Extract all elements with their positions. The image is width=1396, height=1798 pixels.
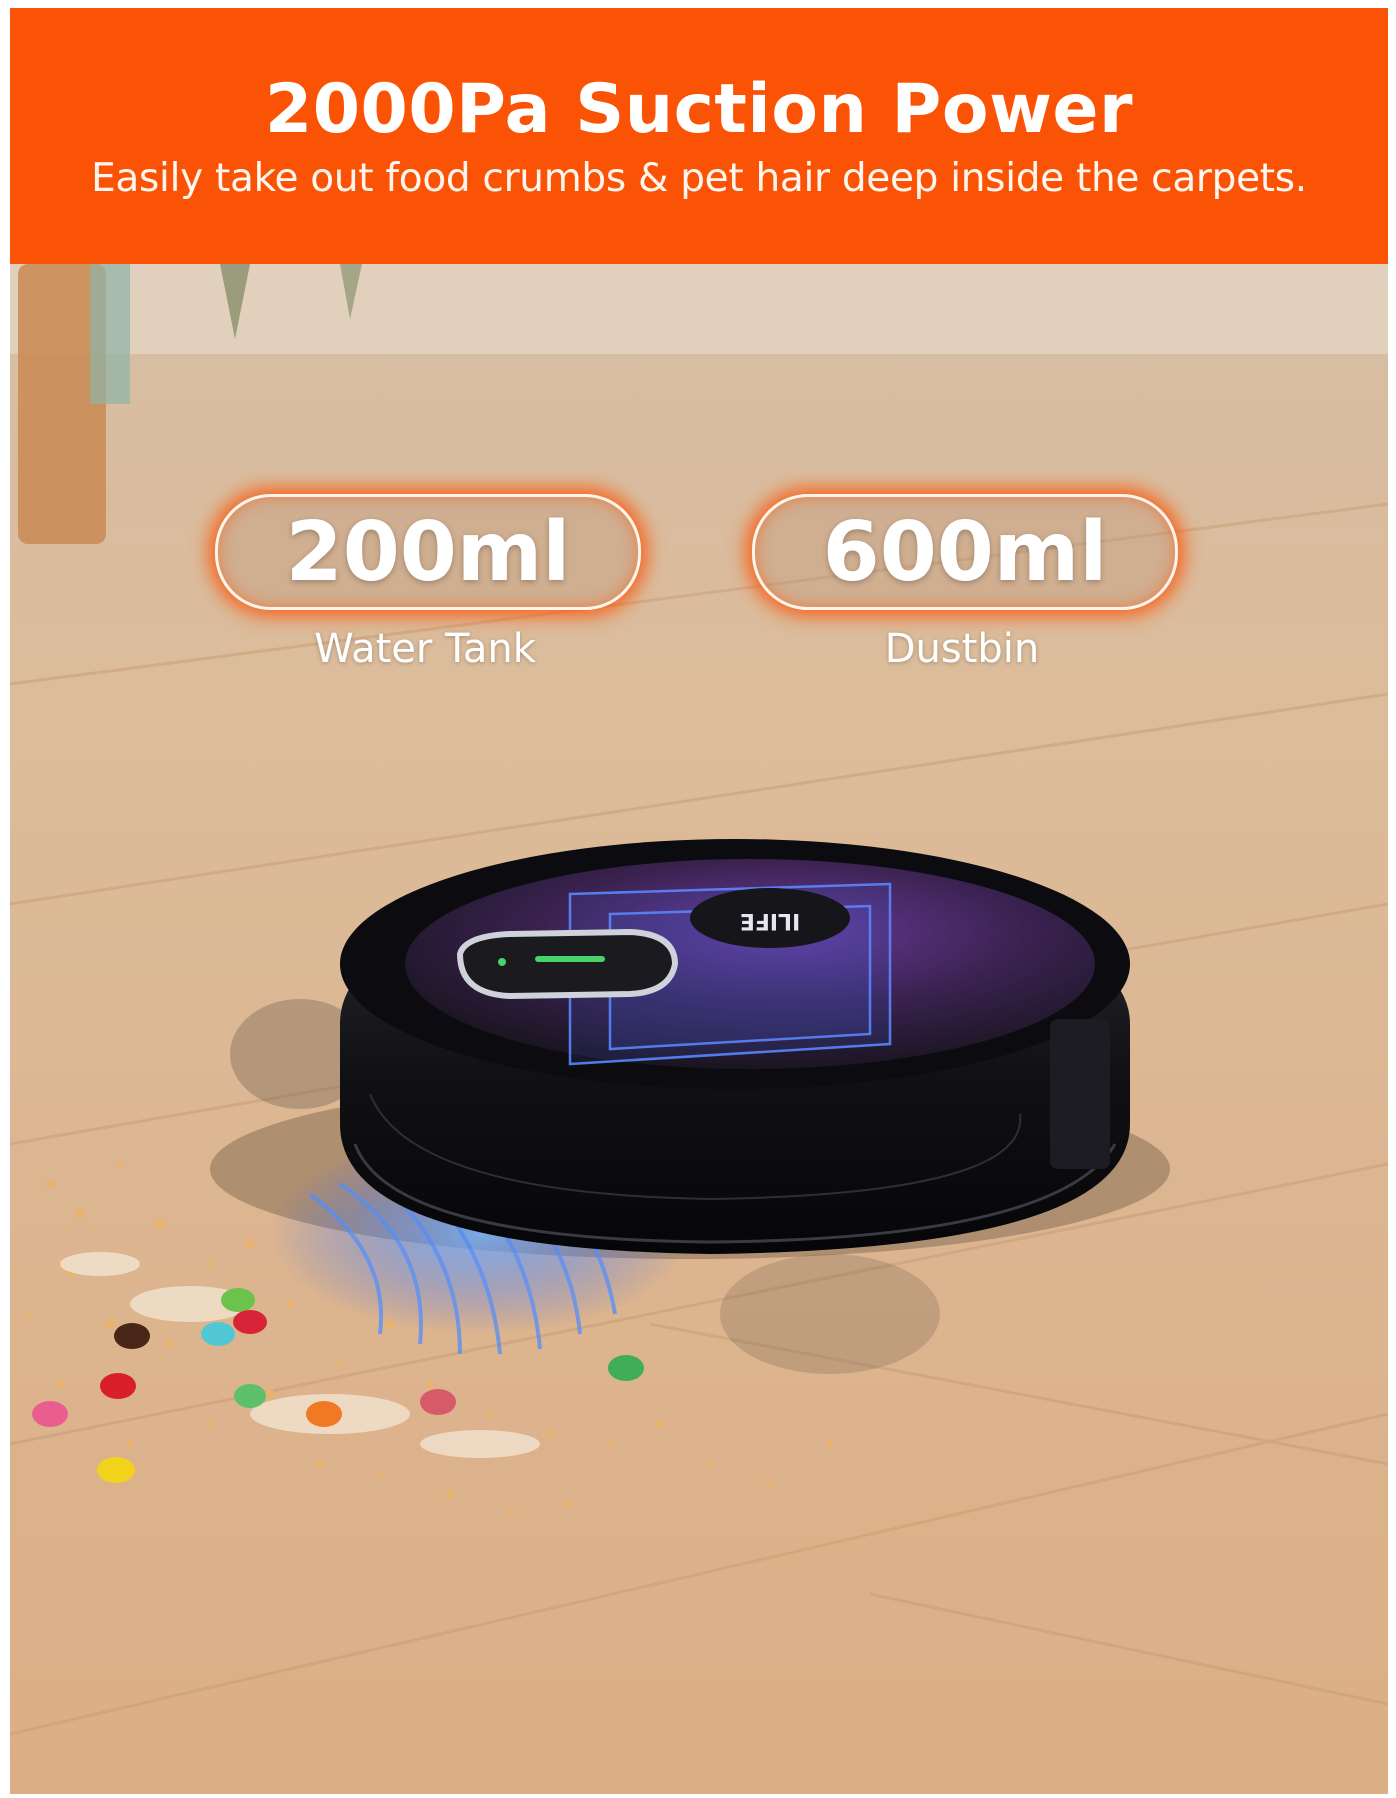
robot-vacuum-illustration: ILIFE [10,264,1388,1794]
brand-logo: ILIFE [740,908,800,933]
headline-subtitle: Easily take out food crumbs & pet hair d… [91,156,1307,201]
product-image-frame: 2000Pa Suction Power Easily take out foo… [10,8,1388,1794]
water-tank-capacity: 200ml [215,494,641,610]
robot-vacuum-body: ILIFE [340,839,1130,1254]
water-tank-label: Water Tank [314,626,536,672]
headline-title: 2000Pa Suction Power [264,70,1134,149]
product-photo-scene: ILIFE 200ml Water Tank 600ml Dustbin [10,264,1388,1794]
dustbin-capacity: 600ml [752,494,1178,610]
dustbin-label: Dustbin [884,626,1040,672]
headline-banner: 2000Pa Suction Power Easily take out foo… [10,8,1388,264]
